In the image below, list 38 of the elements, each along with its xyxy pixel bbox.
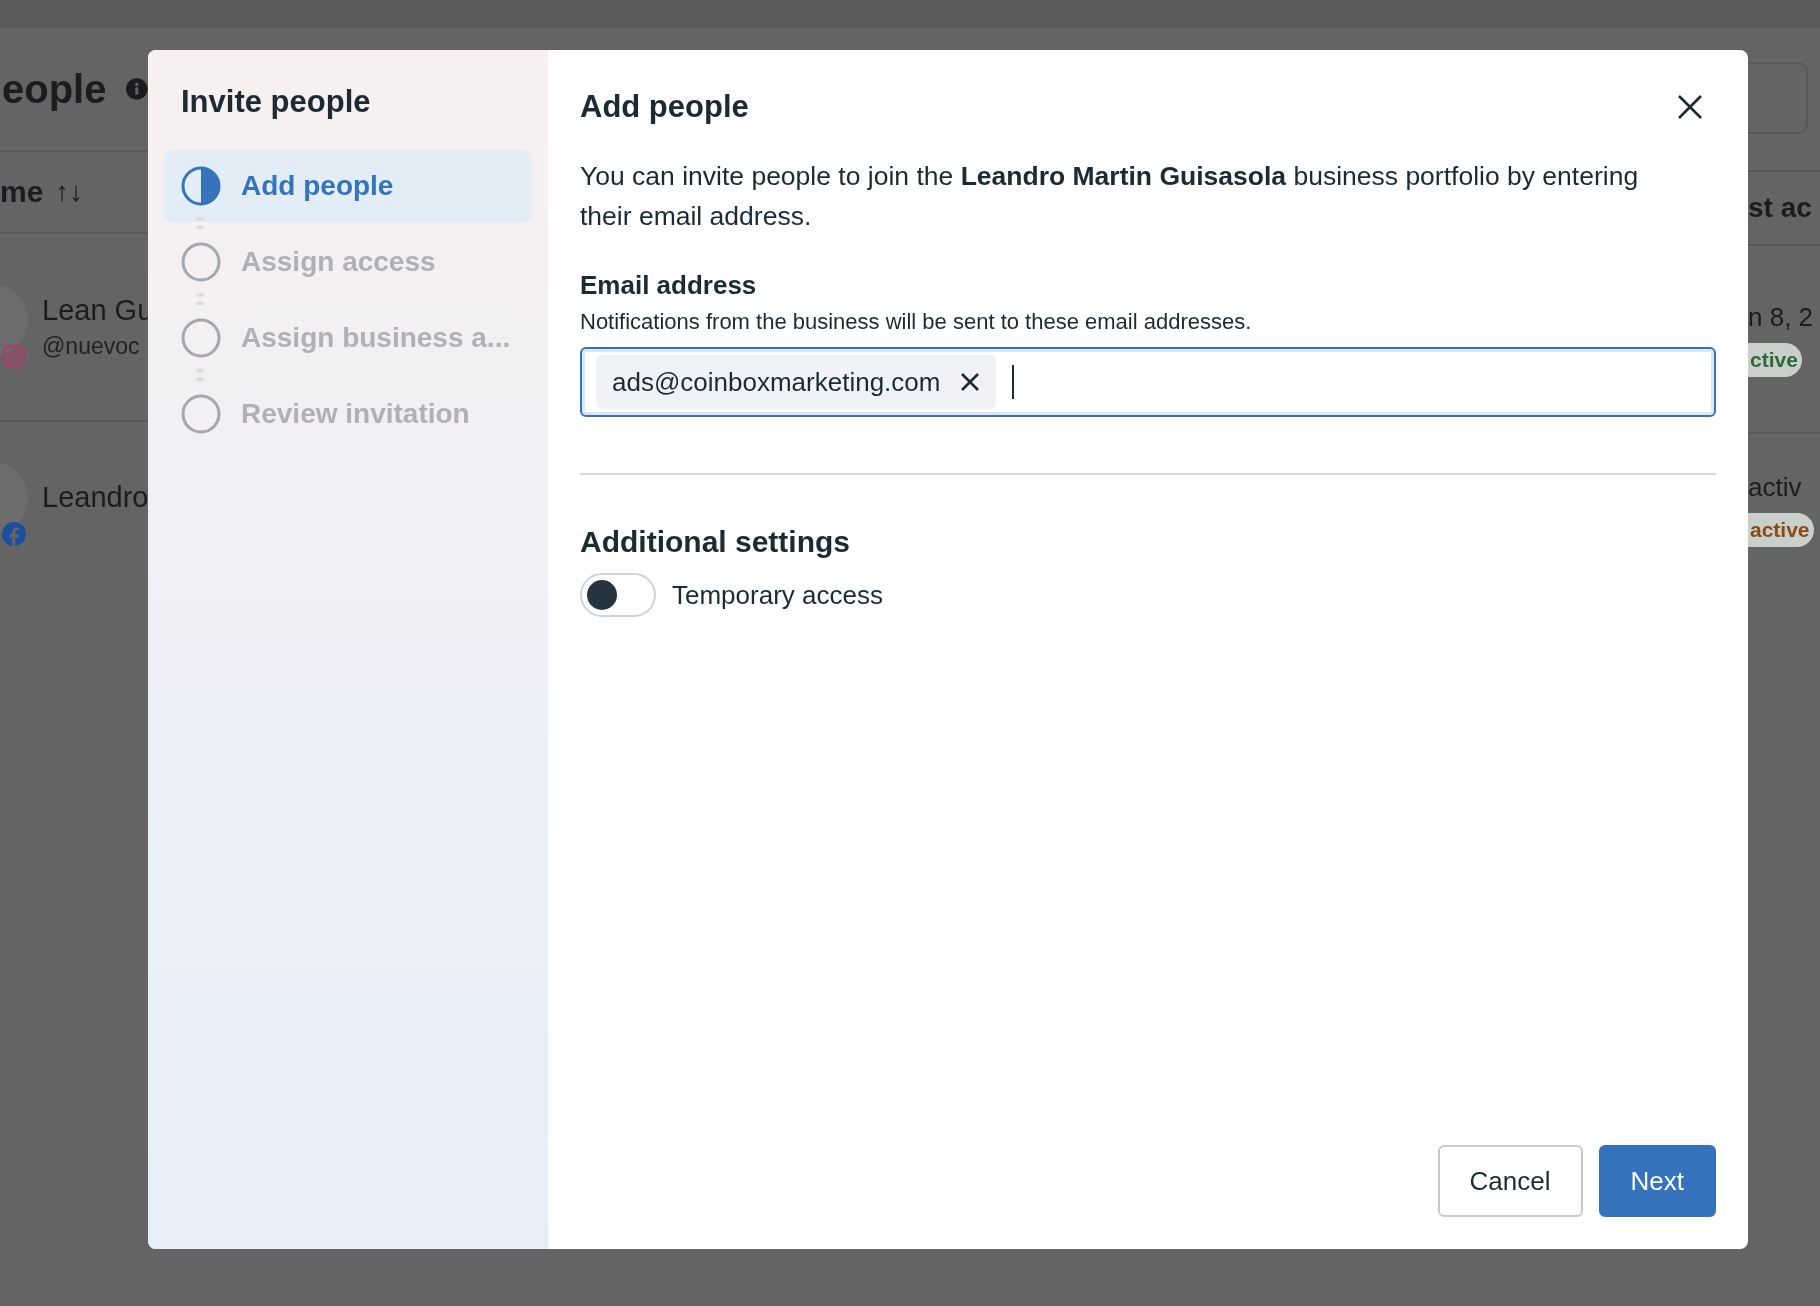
dialog-title: Add people <box>580 89 749 125</box>
remove-button[interactable] <box>960 372 981 392</box>
step-connector <box>195 293 205 305</box>
next-button[interactable]: Next <box>1598 1145 1716 1217</box>
cancel-button[interactable]: Cancel <box>1437 1145 1583 1217</box>
step-label: Assign business a... <box>241 322 511 354</box>
step-item[interactable]: Assign access <box>164 226 532 298</box>
step-connector <box>195 217 205 229</box>
step-label: Review invitation <box>241 398 470 430</box>
intro-text: You can invite people to join the Leandro Martin Guisasola business portfolio by entering their email address. <box>580 160 1640 233</box>
page-heading: eople <box>2 66 107 112</box>
status-badge: ctive <box>1748 342 1802 377</box>
table-cell-text: activ <box>1748 471 1803 503</box>
status-badge: active <box>1748 512 1814 547</box>
toggle-label: Temporary access <box>672 579 883 611</box>
empty-circle-icon <box>181 242 221 282</box>
step-label: Add people <box>241 170 394 202</box>
half-filled-circle-icon <box>181 166 221 206</box>
person-name: Leandro <box>42 480 149 514</box>
empty-circle-icon <box>181 318 221 358</box>
field-label: Email address <box>580 270 758 301</box>
email-text: ads@coinboxmarketing.com <box>612 366 941 398</box>
step-label: Assign access <box>241 246 436 278</box>
person-handle: @nuevoc <box>42 333 141 360</box>
sort-arrows[interactable]: ↑↓ <box>55 176 84 208</box>
email-field[interactable]: ads@coinboxmarketing.com <box>580 347 1716 417</box>
step-item[interactable]: Review invitation <box>164 378 532 450</box>
section-title: Additional settings <box>580 525 851 559</box>
info-icon <box>126 76 148 102</box>
field-hint: Notifications from the business will be sent to these email addresses. <box>580 309 1253 335</box>
step-item[interactable]: Assign business a... <box>164 302 532 374</box>
empty-circle-icon <box>181 394 221 434</box>
sidebar-title: Invite people <box>181 84 372 120</box>
column-header[interactable]: me <box>0 175 44 209</box>
toggle-switch[interactable] <box>580 573 656 617</box>
table-cell-text: n 8, 2 <box>1748 301 1815 333</box>
text-cursor <box>1012 365 1015 399</box>
step-item[interactable]: Add people <box>164 150 532 222</box>
